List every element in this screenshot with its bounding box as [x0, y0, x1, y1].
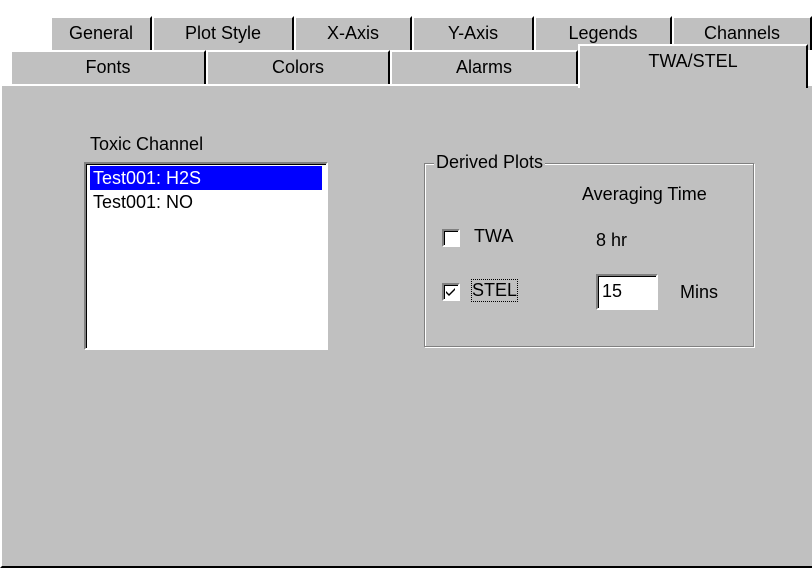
tab-fonts[interactable]: Fonts [10, 50, 206, 86]
tab-y-axis[interactable]: Y-Axis [412, 16, 534, 50]
stel-label[interactable]: STEL [470, 279, 519, 302]
checkmark-icon [446, 288, 455, 296]
tab-plot-style[interactable]: Plot Style [152, 16, 294, 50]
tab-general-label: General [68, 23, 134, 43]
tab-legends-label: Legends [568, 23, 638, 43]
tab-colors[interactable]: Colors [206, 50, 390, 86]
tab-twa-stel-label: TWA/STEL [648, 51, 738, 71]
tab-alarms-label: Alarms [455, 57, 512, 77]
twa-averaging-value: 8 hr [596, 230, 628, 250]
list-item[interactable]: Test001: H2S [90, 166, 322, 190]
panel-top-edge [0, 84, 578, 86]
tab-fonts-label: Fonts [85, 57, 131, 77]
tab-general[interactable]: General [50, 16, 152, 50]
stel-unit-label: Mins [680, 282, 719, 302]
list-item[interactable]: Test001: NO [90, 190, 322, 214]
tab-x-axis[interactable]: X-Axis [294, 16, 412, 50]
stel-checkbox[interactable] [442, 283, 460, 301]
averaging-time-header: Averaging Time [582, 184, 707, 204]
tab-alarms[interactable]: Alarms [390, 50, 578, 86]
tab-channels-label: Channels [703, 23, 781, 43]
toxic-channel-label: Toxic Channel [90, 134, 204, 154]
tab-colors-label: Colors [271, 57, 324, 77]
twa-checkbox[interactable] [442, 229, 460, 247]
tab-plot-style-label: Plot Style [184, 23, 262, 43]
toxic-channel-listbox[interactable]: Test001: H2S Test001: NO [84, 162, 328, 350]
twa-label[interactable]: TWA [474, 226, 513, 247]
tab-y-axis-label: Y-Axis [447, 23, 499, 43]
derived-plots-legend: Derived Plots [434, 150, 546, 174]
tab-twa-stel[interactable]: TWA/STEL [578, 44, 808, 88]
tab-x-axis-label: X-Axis [326, 23, 379, 43]
stel-minutes-input[interactable]: 15 [596, 274, 658, 310]
